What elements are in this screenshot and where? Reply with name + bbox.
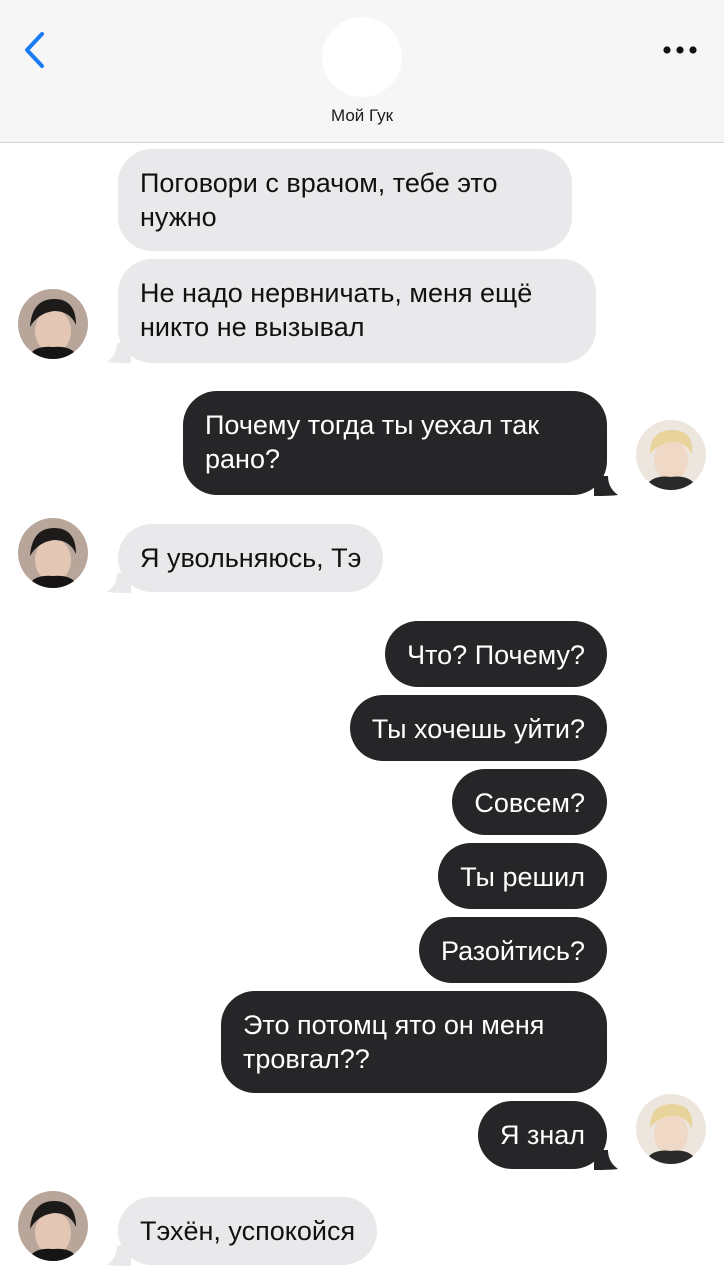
contact-name[interactable]: Мой Гук bbox=[0, 106, 724, 126]
chat-header: Мой Гук bbox=[0, 0, 724, 143]
message-bubble-incoming[interactable]: Не надо нервничать, меня ещё никто не вы… bbox=[118, 259, 596, 363]
message-bubble-outgoing[interactable]: Ты хочешь уйти? bbox=[349, 695, 607, 761]
message-bubble-outgoing[interactable]: Разойтись? bbox=[418, 917, 607, 983]
message-bubble-incoming[interactable]: Поговори с врачом, тебе это нужно bbox=[118, 149, 572, 251]
message-bubble-outgoing[interactable]: Совсем? bbox=[452, 769, 607, 835]
message-bubble-outgoing[interactable]: Это потомц ято он меня тровгал?? bbox=[221, 991, 607, 1093]
ellipsis-icon bbox=[663, 46, 697, 54]
contact-avatar-jk[interactable] bbox=[18, 1191, 88, 1261]
message-bubble-outgoing[interactable]: Я знал bbox=[477, 1101, 607, 1169]
contact-avatar-jk[interactable] bbox=[18, 289, 88, 359]
message-bubble-outgoing[interactable]: Ты решил bbox=[438, 843, 607, 909]
chevron-left-icon bbox=[25, 32, 44, 68]
message-bubble-incoming[interactable]: Я увольняюсь, Тэ bbox=[118, 524, 384, 592]
message-bubble-outgoing[interactable]: Что? Почему? bbox=[385, 621, 607, 687]
user-avatar-th[interactable] bbox=[636, 1094, 706, 1164]
message-bubble-incoming[interactable]: Тэхён, успокойся bbox=[118, 1197, 378, 1265]
contact-avatar[interactable] bbox=[322, 17, 402, 97]
contact-avatar-jk[interactable] bbox=[18, 518, 88, 588]
back-button[interactable] bbox=[16, 28, 52, 72]
message-bubble-outgoing[interactable]: Почему тогда ты уехал так рано? bbox=[183, 391, 607, 495]
user-avatar-th[interactable] bbox=[636, 420, 706, 490]
more-options-button[interactable] bbox=[658, 36, 702, 64]
